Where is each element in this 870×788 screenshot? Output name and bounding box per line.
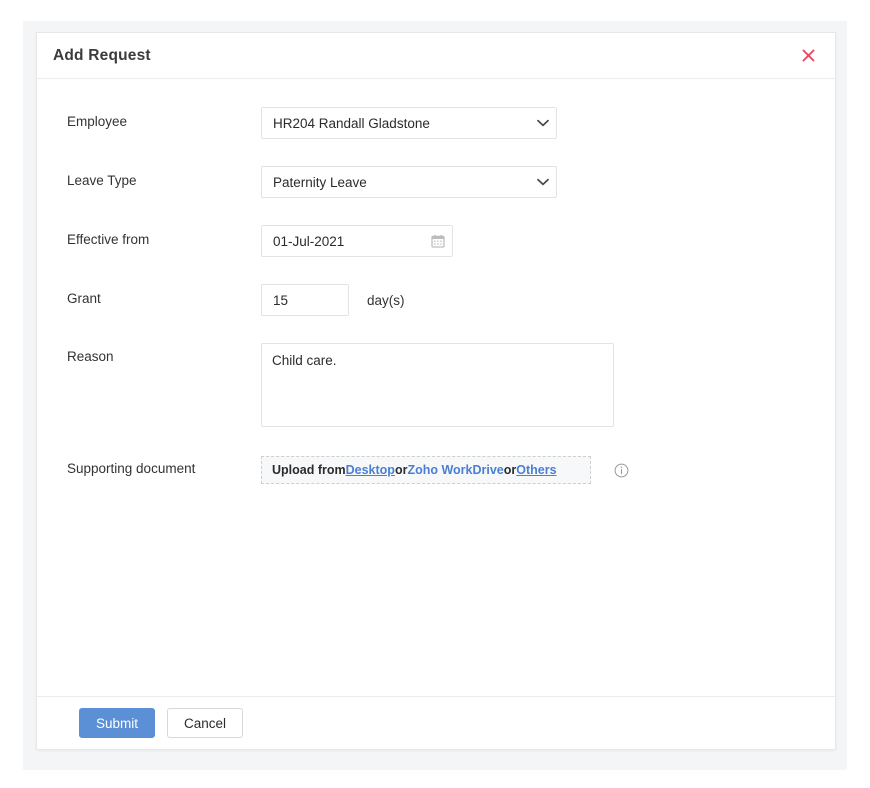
cancel-button[interactable]: Cancel xyxy=(167,708,243,738)
upload-separator-2: or xyxy=(504,463,517,477)
calendar-icon[interactable] xyxy=(424,234,452,248)
control-grant: 15 day(s) xyxy=(261,284,405,316)
effective-from-date-input[interactable]: 01-Jul-2021 xyxy=(261,225,453,257)
label-supporting-document: Supporting document xyxy=(67,456,261,482)
label-effective-from: Effective from xyxy=(67,225,261,255)
close-icon[interactable] xyxy=(798,46,818,66)
employee-select-value: HR204 Randall Gladstone xyxy=(262,116,530,131)
grant-value: 15 xyxy=(262,293,288,308)
upload-prefix-text: Upload from xyxy=(272,463,346,477)
control-effective-from: 01-Jul-2021 xyxy=(261,225,453,257)
leave-type-select-value: Paternity Leave xyxy=(262,175,530,190)
add-request-dialog: Add Request Employee HR204 Randall Glads… xyxy=(36,32,836,750)
employee-select[interactable]: HR204 Randall Gladstone xyxy=(261,107,557,139)
form-row-supporting-document: Supporting document Upload from Desktop … xyxy=(37,456,835,484)
upload-from-others-link[interactable]: Others xyxy=(516,463,556,477)
form-row-grant: Grant 15 day(s) xyxy=(37,284,835,316)
dialog-title: Add Request xyxy=(53,47,151,65)
reason-value: Child care. xyxy=(272,352,603,370)
form-row-effective-from: Effective from 01-Jul-2021 xyxy=(37,225,835,257)
chevron-down-icon xyxy=(530,178,556,186)
upload-dropzone[interactable]: Upload from Desktop or Zoho WorkDrive or… xyxy=(261,456,591,484)
reason-textarea[interactable]: Child care. xyxy=(261,343,614,427)
label-reason: Reason xyxy=(67,343,261,371)
control-leave-type: Paternity Leave xyxy=(261,166,557,198)
effective-from-value: 01-Jul-2021 xyxy=(262,234,424,249)
form-row-leave-type: Leave Type Paternity Leave xyxy=(37,166,835,198)
chevron-down-icon xyxy=(530,119,556,127)
grant-input[interactable]: 15 xyxy=(261,284,349,316)
label-leave-type: Leave Type xyxy=(67,166,261,196)
leave-type-select[interactable]: Paternity Leave xyxy=(261,166,557,198)
control-reason: Child care. xyxy=(261,343,614,427)
dialog-footer: Submit Cancel xyxy=(37,696,835,749)
control-employee: HR204 Randall Gladstone xyxy=(261,107,557,139)
dialog-body: Employee HR204 Randall Gladstone Leave T… xyxy=(37,79,835,696)
info-icon[interactable] xyxy=(613,462,629,478)
form-row-reason: Reason Child care. xyxy=(37,343,835,427)
label-employee: Employee xyxy=(67,107,261,137)
upload-separator-1: or xyxy=(395,463,408,477)
form-row-employee: Employee HR204 Randall Gladstone xyxy=(37,107,835,139)
submit-button[interactable]: Submit xyxy=(79,708,155,738)
upload-from-zoho-workdrive-link[interactable]: Zoho WorkDrive xyxy=(407,463,503,477)
control-supporting-document: Upload from Desktop or Zoho WorkDrive or… xyxy=(261,456,629,484)
upload-from-desktop-link[interactable]: Desktop xyxy=(346,463,395,477)
label-grant: Grant xyxy=(67,284,261,314)
grant-unit-label: day(s) xyxy=(367,293,405,308)
dialog-header: Add Request xyxy=(37,33,835,79)
page-root: Add Request Employee HR204 Randall Glads… xyxy=(0,0,870,788)
